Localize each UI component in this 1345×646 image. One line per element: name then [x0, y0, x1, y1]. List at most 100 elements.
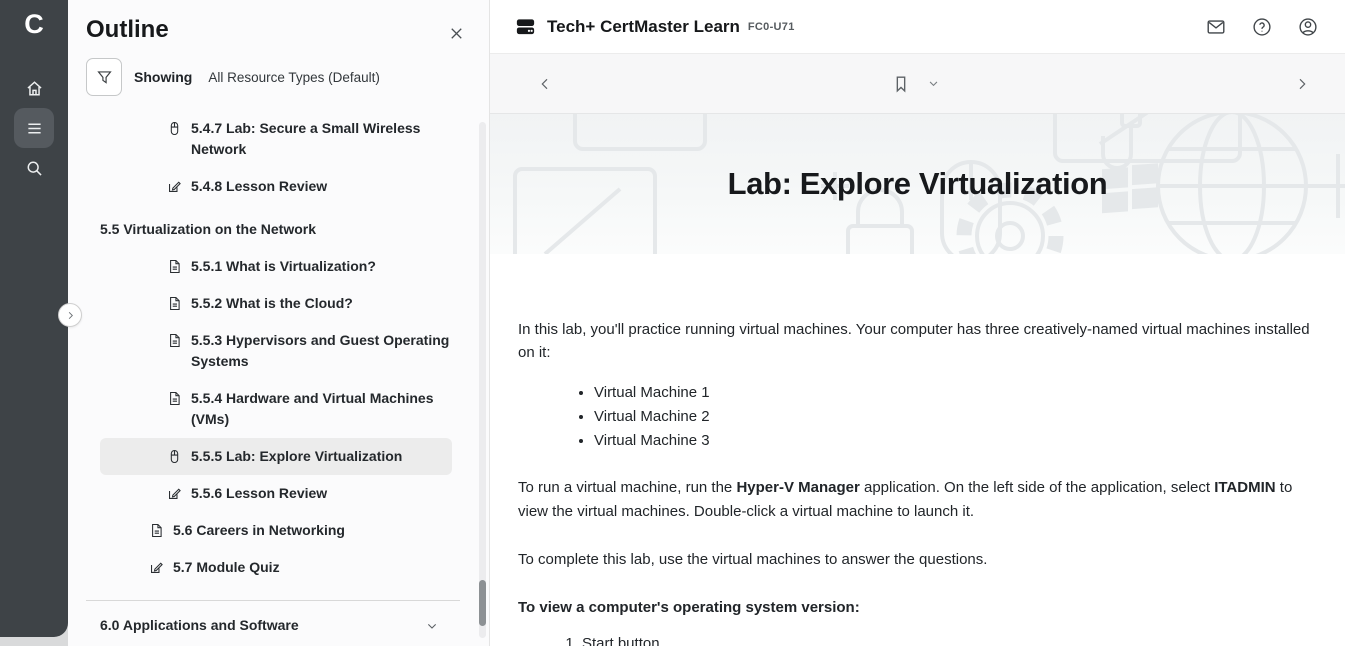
steps-heading: To view a computer's operating system ve… — [518, 596, 1317, 619]
main-content: Tech+ CertMaster Learn FC0-U71 — [490, 0, 1345, 646]
outline-item[interactable]: 5.4.8 Lesson Review — [100, 168, 452, 205]
outline-list: 5.4.7 Lab: Secure a Small Wireless Netwo… — [68, 122, 478, 646]
document-icon — [166, 258, 183, 275]
outline-item-label: 6.0 Applications and Software — [100, 615, 299, 636]
outline-item-label: 5.5.6 Lesson Review — [191, 483, 327, 504]
laptop-icon — [1055, 114, 1240, 161]
bookmark-icon — [890, 73, 912, 95]
header-actions — [1203, 14, 1321, 40]
search-icon — [24, 158, 45, 179]
close-icon — [447, 24, 466, 43]
app-header: Tech+ CertMaster Learn FC0-U71 — [490, 0, 1345, 54]
messages-button[interactable] — [1203, 14, 1229, 40]
vm-list: Virtual Machine 1Virtual Machine 2Virtua… — [518, 381, 1317, 453]
outline-item-label: 5.5.3 Hypervisors and Guest Operating Sy… — [191, 330, 452, 372]
chevron-down-icon — [926, 76, 941, 91]
outline-item-label: 5.5.4 Hardware and Virtual Machines (VMs… — [191, 388, 452, 430]
menu-icon — [24, 118, 45, 139]
bookmark-menu-button[interactable] — [926, 76, 941, 91]
outline-item-label: 5.4.7 Lab: Secure a Small Wireless Netwo… — [191, 122, 452, 160]
lesson-review-icon — [148, 559, 165, 576]
account-button[interactable] — [1295, 14, 1321, 40]
outline-item[interactable]: 5.4.7 Lab: Secure a Small Wireless Netwo… — [100, 122, 452, 168]
outline-item-label: 5.7 Module Quiz — [173, 557, 280, 578]
outline-item[interactable]: 5.5.1 What is Virtualization? — [100, 248, 452, 285]
outline-panel-title: Outline — [68, 0, 489, 44]
lesson-review-icon — [166, 178, 183, 195]
filter-label: Showing — [134, 69, 192, 85]
lab-mouse-icon — [166, 122, 183, 137]
outline-item[interactable]: 5.5.3 Hypervisors and Guest Operating Sy… — [100, 322, 452, 380]
document-icon — [166, 332, 183, 349]
outline-menu-button[interactable] — [14, 108, 54, 148]
outline-item-label: 5.4.8 Lesson Review — [191, 176, 327, 197]
list-item: Virtual Machine 1 — [594, 381, 1317, 404]
home-icon — [24, 78, 45, 99]
hyperv-manager-text: Hyper-V Manager — [736, 479, 859, 496]
outline-item[interactable]: 5.5.4 Hardware and Virtual Machines (VMs… — [100, 380, 452, 438]
funnel-icon — [95, 68, 114, 87]
search-button[interactable] — [14, 148, 54, 188]
outline-section[interactable]: 5.5 Virtualization on the Network — [100, 211, 452, 248]
lesson-body: In this lab, you'll practice running vir… — [490, 254, 1345, 646]
bookmark-button[interactable] — [890, 73, 912, 95]
lesson-hero-banner: Lab: Explore Virtualization — [490, 114, 1345, 254]
outline-item[interactable]: 5.5.2 What is the Cloud? — [100, 285, 452, 322]
outline-scrollbar-thumb[interactable] — [479, 580, 486, 626]
intro-paragraph: In this lab, you'll practice running vir… — [518, 318, 1317, 365]
globe-icon — [1158, 114, 1345, 254]
monitor-icon — [515, 169, 655, 254]
lesson-nav-bar — [490, 54, 1345, 114]
windows-flag-icon — [1102, 163, 1158, 213]
outline-filter-row: Showing All Resource Types (Default) — [86, 58, 471, 96]
outline-item[interactable]: 5.6 Careers in Networking — [100, 512, 452, 549]
course-code: FC0-U71 — [748, 21, 795, 33]
run-text: application. On the left side of the app… — [860, 479, 1214, 496]
run-paragraph: To run a virtual machine, run the Hyper-… — [518, 476, 1317, 523]
brand-name: Tech+ CertMaster Learn — [547, 17, 740, 37]
app-window: C Outline — [0, 0, 1345, 646]
document-icon — [166, 390, 183, 407]
outline-divider — [86, 600, 460, 601]
chevron-left-icon — [537, 76, 553, 92]
outline-item-label: 5.6 Careers in Networking — [173, 520, 345, 541]
comptia-logo: C — [0, 0, 68, 40]
outline-item-label: 5.5.2 What is the Cloud? — [191, 293, 353, 314]
outline-item[interactable]: 5.5.5 Lab: Explore Virtualization — [100, 438, 452, 475]
run-text: To run a virtual machine, run the — [518, 479, 736, 496]
outline-list-viewport: 5.4.7 Lab: Secure a Small Wireless Netwo… — [68, 122, 478, 646]
home-button[interactable] — [14, 68, 54, 108]
previous-page-button[interactable] — [530, 69, 560, 99]
user-icon — [1297, 16, 1319, 38]
filter-button[interactable] — [86, 58, 122, 96]
outline-item-label: 5.5 Virtualization on the Network — [100, 219, 316, 240]
outline-section[interactable]: 6.0 Applications and Software — [100, 607, 452, 644]
lesson-review-icon — [166, 485, 183, 502]
outline-item-label: 5.5.1 What is Virtualization? — [191, 256, 376, 277]
document-icon — [148, 522, 165, 539]
chevron-right-icon — [65, 310, 76, 321]
lab-mouse-icon — [166, 448, 183, 465]
outline-item-label: 5.5.5 Lab: Explore Virtualization — [191, 446, 402, 467]
document-icon — [166, 295, 183, 312]
list-item: Virtual Machine 3 — [594, 429, 1317, 452]
list-item: Virtual Machine 2 — [594, 405, 1317, 428]
help-icon — [1251, 16, 1273, 38]
bookmark-group — [890, 73, 941, 95]
mail-icon — [1205, 16, 1227, 38]
panel-expand-button[interactable] — [58, 303, 82, 327]
outline-item[interactable]: 5.7 Module Quiz — [100, 549, 452, 586]
next-page-button[interactable] — [1287, 69, 1317, 99]
brand-logo-icon — [514, 15, 537, 38]
chevron-down-icon[interactable] — [424, 618, 440, 634]
lesson-title: Lab: Explore Virtualization — [728, 166, 1108, 202]
help-button[interactable] — [1249, 14, 1275, 40]
outline-panel: Outline Showing All Resource Types (Defa… — [68, 0, 490, 646]
outline-scrollbar[interactable] — [479, 122, 486, 638]
itadmin-text: ITADMIN — [1214, 479, 1275, 496]
close-outline-button[interactable] — [443, 20, 469, 46]
tablet-icon — [575, 114, 705, 149]
steps-list: Start buttonSettings (gear icon) — [518, 632, 1317, 646]
outline-item[interactable]: 5.5.6 Lesson Review — [100, 475, 452, 512]
filter-value[interactable]: All Resource Types (Default) — [208, 70, 380, 85]
